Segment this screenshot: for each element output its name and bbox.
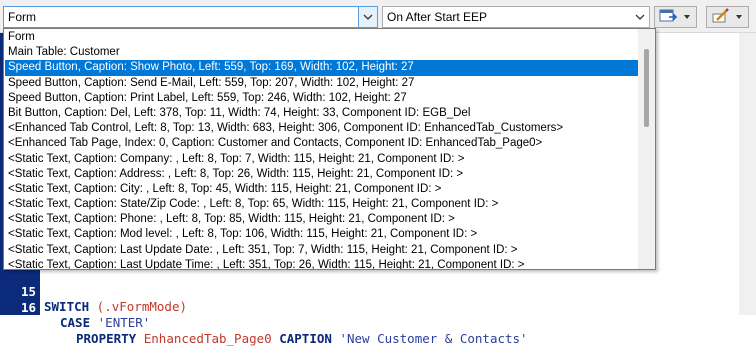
dropdown-scrollbar[interactable]: [638, 29, 655, 269]
scrollbar-thumb[interactable]: [644, 49, 649, 127]
list-item[interactable]: <Static Text, Caption: Company: , Left: …: [5, 152, 639, 167]
list-item[interactable]: Speed Button, Caption: Send E-Mail, Left…: [5, 76, 639, 91]
editor-scrollbar[interactable]: [739, 33, 756, 315]
list-item[interactable]: <Static Text, Caption: State/Zip Code: ,…: [5, 197, 639, 212]
list-item-selected[interactable]: Speed Button, Caption: Show Photo, Left:…: [5, 60, 639, 76]
code-line[interactable]: 15 SWITCH (.vFormMode): [0, 269, 739, 314]
list-item[interactable]: Form: [5, 30, 639, 45]
chevron-down-icon: [684, 15, 690, 19]
list-item[interactable]: Speed Button, Caption: Print Label, Left…: [5, 91, 639, 106]
code-keyword: CASE: [60, 315, 91, 330]
list-item[interactable]: <Static Text, Caption: Address: , Left: …: [5, 167, 639, 182]
list-item[interactable]: Main Table: Customer: [5, 45, 639, 60]
list-item[interactable]: <Enhanced Tab Page, Index: 0, Caption: C…: [5, 136, 639, 151]
insert-code-button[interactable]: [654, 6, 697, 28]
code-line[interactable]: 16 CASE 'ENTER': [0, 285, 739, 330]
list-item[interactable]: <Static Text, Caption: Last Update Time:…: [5, 258, 639, 269]
list-item[interactable]: <Enhanced Tab Control, Left: 8, Top: 13,…: [5, 121, 639, 136]
chevron-down-icon[interactable]: [631, 7, 649, 27]
list-item[interactable]: <Static Text, Caption: Last Update Date:…: [5, 243, 639, 258]
code-keyword: PROPERTY: [76, 331, 137, 346]
code-keyword: CAPTION: [279, 331, 332, 346]
list-item[interactable]: <Static Text, Caption: Phone: , Left: 8,…: [5, 212, 639, 227]
event-combo-value: On After Start EEP: [387, 10, 488, 24]
code-variable: EnhancedTab_Page0: [143, 331, 272, 346]
code-string: 'New Customer & Contacts': [339, 331, 528, 346]
line-number: 17: [20, 316, 36, 331]
list-item[interactable]: <Static Text, Caption: City: , Left: 8, …: [5, 182, 639, 197]
object-dropdown-list[interactable]: Form Main Table: Customer Speed Button, …: [3, 28, 656, 270]
object-combo[interactable]: Form: [3, 6, 378, 28]
list-item[interactable]: <Static Text, Caption: Mod level: , Left…: [5, 227, 639, 242]
edit-tools-icon: [711, 7, 731, 27]
event-combo[interactable]: On After Start EEP: [382, 6, 650, 28]
list-item[interactable]: Bit Button, Caption: Del, Left: 378, Top…: [5, 106, 639, 121]
object-combo-value: Form: [8, 10, 36, 24]
chevron-down-icon: [736, 15, 742, 19]
code-string: 'ENTER': [97, 315, 151, 330]
chevron-down-icon[interactable]: [358, 7, 377, 27]
insert-code-icon: [659, 8, 679, 27]
options-button[interactable]: [706, 6, 749, 28]
dropdown-items: Form Main Table: Customer Speed Button, …: [5, 30, 639, 269]
